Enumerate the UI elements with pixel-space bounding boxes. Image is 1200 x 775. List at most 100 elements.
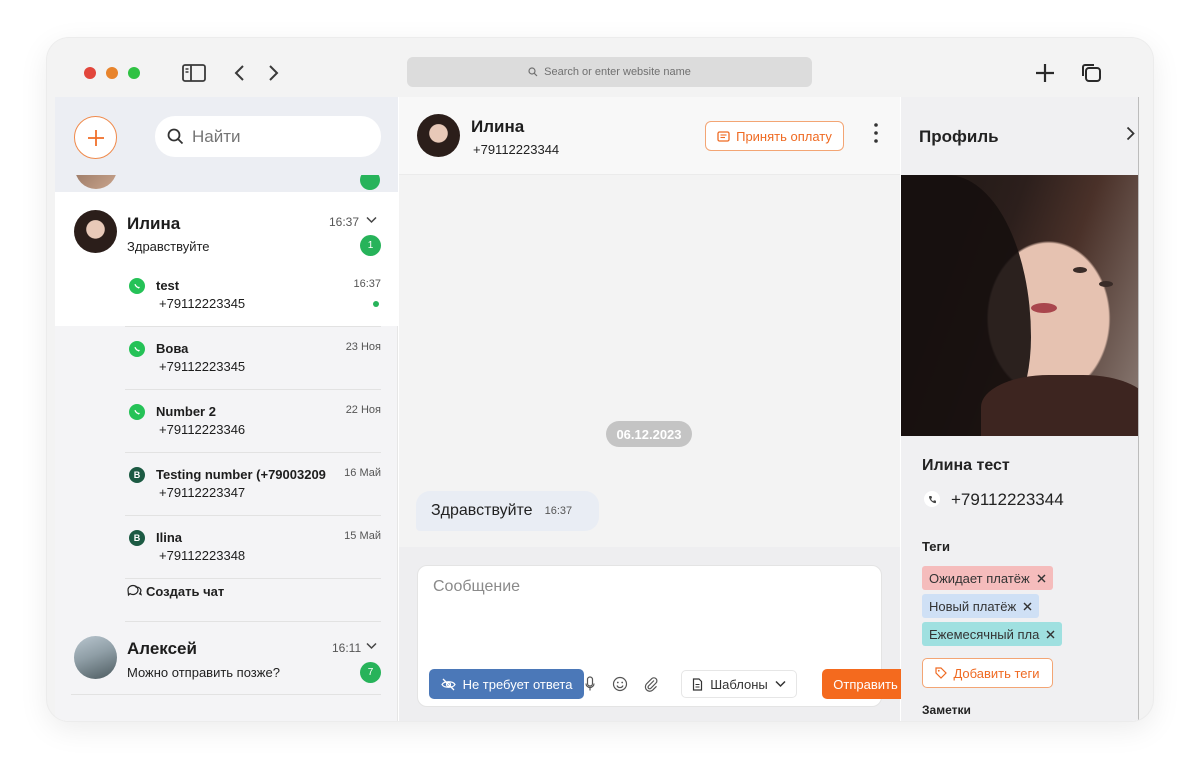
- new-tab-icon[interactable]: [1032, 60, 1058, 86]
- online-indicator: [373, 301, 379, 307]
- create-chat-button[interactable]: Создать чат: [125, 584, 381, 622]
- templates-label: Шаблоны: [710, 676, 768, 692]
- profile-photo: [901, 175, 1139, 436]
- conversation-name: Алексей: [127, 639, 197, 658]
- back-icon[interactable]: [231, 60, 247, 86]
- unread-badge: [360, 175, 380, 190]
- sub-chat-name: test: [156, 278, 180, 293]
- no-reply-needed-button[interactable]: Не требует ответа: [429, 669, 584, 699]
- scrollbar[interactable]: [1138, 97, 1139, 721]
- sub-chat-item[interactable]: test +79112223345 16:37: [125, 264, 381, 327]
- microphone-icon[interactable]: [585, 676, 595, 695]
- conversation-last-message: Здравствуйте: [127, 239, 210, 254]
- avatar: [417, 114, 460, 157]
- chevron-down-icon[interactable]: [366, 213, 377, 227]
- close-icon[interactable]: [1046, 630, 1055, 639]
- tag-chip[interactable]: Новый платёж: [922, 594, 1040, 618]
- emoji-icon[interactable]: [612, 676, 628, 695]
- divider: [71, 694, 381, 695]
- chat-contact-phone: +79112223344: [473, 142, 560, 157]
- chevron-down-icon: [775, 680, 786, 688]
- chat-panel: Илина +79112223344 Принять оплату 06.12.…: [399, 97, 909, 721]
- close-icon[interactable]: [1037, 574, 1046, 583]
- phone-icon: [924, 491, 940, 507]
- minimize-window-button[interactable]: [106, 67, 118, 79]
- notes-label: Заметки: [922, 703, 971, 717]
- avatar: [74, 210, 117, 253]
- forward-icon[interactable]: [266, 60, 282, 86]
- document-icon: [693, 677, 703, 691]
- whatsapp-icon: [129, 404, 145, 420]
- plus-icon: [87, 129, 104, 146]
- add-tags-button[interactable]: Добавить теги: [922, 658, 1053, 688]
- tag-chip[interactable]: Ежемесячный пла: [922, 622, 1063, 646]
- tag-icon: [935, 667, 948, 679]
- viber-icon: B: [129, 467, 145, 483]
- profile-title: Профиль: [919, 127, 999, 146]
- sub-chat-phone: +79112223345: [159, 296, 246, 311]
- message-input[interactable]: Сообщение: [433, 578, 520, 596]
- sub-chat-item[interactable]: Вова +79112223345 23 Ноя: [125, 327, 381, 390]
- accept-payment-label: Принять оплату: [736, 128, 832, 144]
- whatsapp-icon: [129, 341, 145, 357]
- unread-badge: 7: [360, 662, 381, 683]
- search-box[interactable]: [155, 116, 381, 157]
- sub-chat-time: 16 Май: [344, 467, 381, 479]
- tags-label: Теги: [922, 539, 950, 554]
- new-conversation-button[interactable]: [74, 116, 117, 159]
- message-composer[interactable]: Сообщение Не требует ответа Шаблоны Отпр…: [417, 565, 909, 707]
- attachment-icon[interactable]: [643, 676, 659, 695]
- search-input[interactable]: [192, 126, 362, 147]
- chevron-right-icon[interactable]: [1126, 126, 1135, 146]
- address-placeholder: Search or enter website name: [544, 66, 691, 78]
- profile-panel: Профиль Илина тест +79112223344 Теги Ожи…: [901, 97, 1139, 721]
- address-bar[interactable]: Search or enter website name: [407, 57, 812, 87]
- no-reply-needed-label: Не требует ответа: [462, 676, 573, 692]
- close-window-button[interactable]: [84, 67, 96, 79]
- sub-chat-name: Вова: [156, 341, 189, 356]
- sub-chat-time: 16:37: [353, 278, 381, 290]
- sub-chat-phone: +79112223348: [159, 548, 246, 563]
- invoice-icon: [717, 130, 730, 142]
- add-tags-label: Добавить теги: [953, 665, 1040, 681]
- conversation-item-partial[interactable]: [55, 175, 398, 192]
- message-bubble-incoming[interactable]: Здравствуйте 16:37: [416, 491, 599, 531]
- tag-chip[interactable]: Ожидает платёж: [922, 566, 1053, 590]
- app-content: Илина Здравствуйте 16:37 1 test +7911222…: [55, 97, 1139, 721]
- sub-chat-item[interactable]: Number 2 +79112223346 22 Ноя: [125, 390, 381, 453]
- more-options-icon[interactable]: [871, 122, 881, 144]
- sub-chat-phone: +79112223347: [159, 485, 246, 500]
- sub-chat-time: 22 Ноя: [345, 404, 381, 416]
- sub-chat-phone: +79112223346: [159, 422, 246, 437]
- tag-label: Новый платёж: [929, 598, 1017, 614]
- browser-titlebar: Search or enter website name: [47, 38, 1153, 97]
- sub-chat-item[interactable]: B Ilina +79112223348 15 Май: [125, 516, 381, 579]
- eye-off-icon: [440, 678, 456, 690]
- conversation-list-header: [55, 97, 398, 175]
- message-time: 16:37: [544, 505, 573, 517]
- tabs-overview-icon[interactable]: [1078, 60, 1104, 86]
- conversation-time: 16:37: [329, 215, 360, 229]
- tag-label: Ожидает платёж: [929, 570, 1030, 586]
- templates-dropdown[interactable]: Шаблоны: [681, 670, 797, 698]
- sub-chat-item[interactable]: B Testing number (+79003209 +79112223347…: [125, 453, 381, 516]
- accept-payment-button[interactable]: Принять оплату: [705, 121, 844, 151]
- chat-bubbles-icon: [127, 584, 142, 597]
- browser-window: Search or enter website name Найти Илина…: [47, 38, 1153, 721]
- close-icon[interactable]: [1023, 602, 1032, 611]
- chat-contact-name: Илина: [471, 117, 525, 136]
- sub-chat-time: 23 Ноя: [345, 341, 381, 353]
- message-text: Здравствуйте: [431, 502, 533, 519]
- sub-chat-phone: +79112223345: [159, 359, 246, 374]
- tag-label: Ежемесячный пла: [929, 626, 1040, 642]
- viber-icon: B: [129, 530, 145, 546]
- create-chat-label: Создать чат: [146, 584, 225, 599]
- conversation-last-message: Можно отправить позже?: [127, 665, 280, 680]
- send-button[interactable]: Отправить: [822, 669, 909, 699]
- sub-chat-name: Testing number (+79003209: [156, 467, 326, 482]
- chevron-down-icon[interactable]: [366, 639, 377, 653]
- maximize-window-button[interactable]: [128, 67, 140, 79]
- sub-chat-name: Number 2: [156, 404, 216, 419]
- sidebar-toggle-icon[interactable]: [181, 60, 207, 86]
- conversation-item[interactable]: Алексей Можно отправить позже? 16:11 7: [55, 624, 398, 694]
